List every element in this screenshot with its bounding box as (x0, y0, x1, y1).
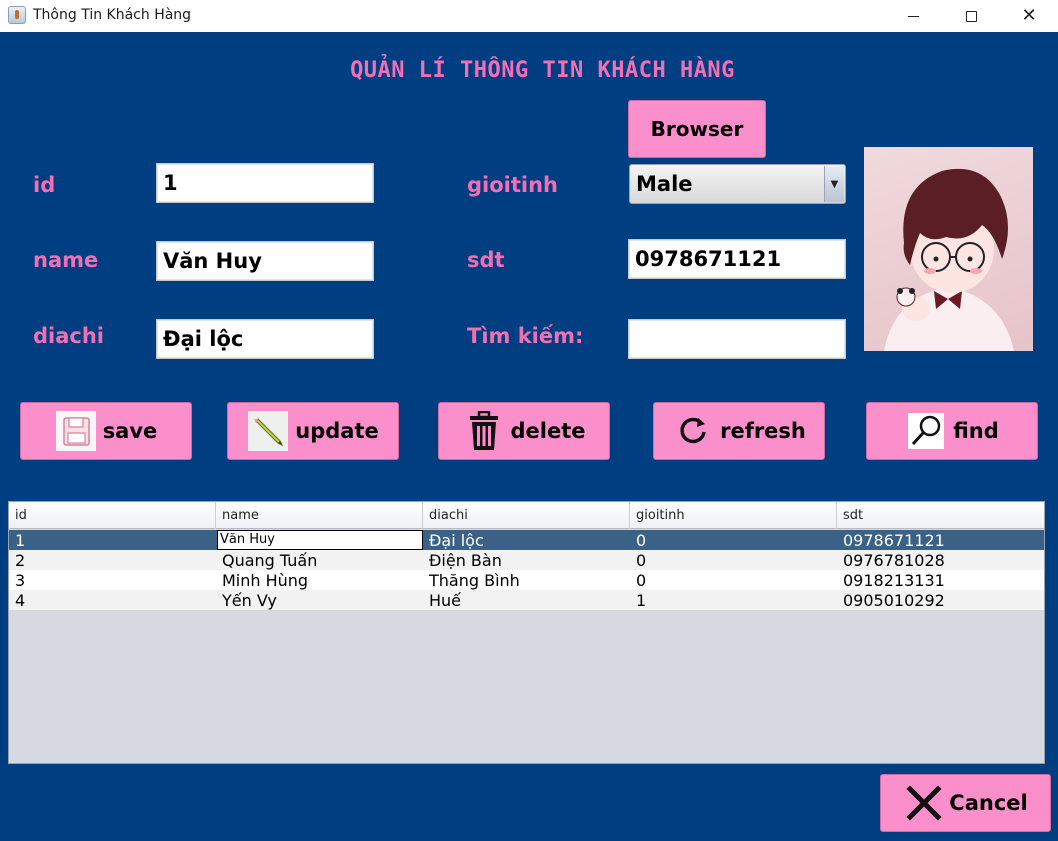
delete-button[interactable]: delete (438, 402, 610, 460)
update-label: update (295, 419, 379, 443)
id-label: id (33, 173, 56, 197)
sdt-field[interactable]: 0978671121 (628, 239, 846, 279)
cell-gioitinh: 0 (636, 551, 647, 570)
maximize-button[interactable] (942, 0, 1000, 32)
sdt-label: sdt (467, 248, 505, 272)
browse-image-button[interactable]: Browser (628, 100, 766, 158)
cancel-label: Cancel (949, 791, 1028, 815)
column-header-gioitinh[interactable]: gioitinh (630, 502, 837, 529)
update-button[interactable]: update (227, 402, 399, 460)
maximize-icon (965, 10, 977, 22)
java-app-icon (8, 6, 26, 24)
table-row[interactable]: 3 Minh Hùng Thăng Bình 0 0918213131 (9, 570, 1044, 590)
table-header: id name diachi gioitinh sdt (9, 502, 1044, 529)
column-header-sdt[interactable]: sdt (837, 502, 1044, 529)
gioitinh-selected-value: Male (636, 172, 693, 196)
cell-gioitinh: 1 (636, 591, 647, 610)
trash-can-icon (463, 410, 505, 452)
cell-sdt: 0978671121 (843, 531, 945, 550)
cell-id: 4 (15, 591, 26, 610)
cell-diachi: Đại lộc (429, 531, 484, 550)
delete-label: delete (510, 419, 586, 443)
table-row[interactable]: 4 Yến Vy Huế 1 0905010292 (9, 590, 1044, 610)
minimize-icon (907, 15, 919, 17)
cell-id: 3 (15, 571, 26, 590)
customer-avatar-image (864, 147, 1033, 351)
cell-name: Minh Hùng (222, 571, 309, 590)
refresh-button[interactable]: refresh (653, 402, 825, 460)
cell-sdt: 0905010292 (843, 591, 945, 610)
save-label: save (102, 419, 158, 443)
id-field[interactable]: 1 (156, 163, 374, 203)
title-bar: Thông Tin Khách Hàng ✕ (0, 0, 1058, 32)
pencil-icon (247, 410, 289, 452)
cell-name: Yến Vy (222, 591, 277, 610)
customer-table[interactable]: id name diachi gioitinh sdt 1 Văn Huy Đạ… (8, 501, 1045, 764)
search-label: Tìm kiếm: (467, 324, 584, 348)
cell-sdt: 0918213131 (843, 571, 945, 590)
gioitinh-label: gioitinh (467, 173, 558, 197)
page-title: QUẢN LÍ THÔNG TIN KHÁCH HÀNG (350, 58, 735, 83)
close-icon: ✕ (1021, 5, 1037, 26)
find-label: find (953, 419, 999, 443)
cell-id: 2 (15, 551, 26, 570)
cell-gioitinh: 0 (636, 571, 647, 590)
avatar-illustration (884, 168, 1014, 351)
cell-diachi: Huế (429, 591, 462, 610)
chevron-down-icon[interactable]: ▼ (824, 166, 844, 202)
name-label: name (33, 248, 99, 272)
window-title: Thông Tin Khách Hàng (33, 7, 192, 23)
refresh-label: refresh (720, 419, 806, 443)
floppy-disk-icon (55, 410, 97, 452)
diachi-label: diachi (33, 324, 104, 348)
name-field[interactable]: Văn Huy (156, 241, 374, 281)
x-icon (903, 782, 945, 824)
cell-sdt: 0976781028 (843, 551, 945, 570)
minimize-button[interactable] (884, 0, 942, 32)
cell-diachi: Thăng Bình (429, 571, 520, 590)
diachi-field[interactable]: Đại lộc (156, 319, 374, 359)
cell-name: Quang Tuấn (222, 551, 318, 570)
magnifier-icon (905, 410, 947, 452)
column-header-id[interactable]: id (9, 502, 216, 529)
cell-diachi: Điện Bàn (429, 551, 502, 570)
save-button[interactable]: save (20, 402, 192, 460)
cell-id: 1 (15, 531, 26, 550)
cancel-button[interactable]: Cancel (880, 774, 1051, 832)
gioitinh-select[interactable]: Male ▼ (629, 164, 846, 204)
cell-gioitinh: 0 (636, 531, 647, 550)
table-row[interactable]: 2 Quang Tuấn Điện Bàn 0 0976781028 (9, 550, 1044, 570)
find-button[interactable]: find (866, 402, 1038, 460)
cell-name-editor[interactable]: Văn Huy (217, 530, 423, 550)
search-input[interactable] (628, 319, 846, 359)
column-header-diachi[interactable]: diachi (423, 502, 630, 529)
refresh-icon (672, 410, 714, 452)
column-header-name[interactable]: name (216, 502, 423, 529)
main-panel: QUẢN LÍ THÔNG TIN KHÁCH HÀNG id 1 name V… (0, 32, 1058, 841)
table-row[interactable]: 1 Văn Huy Đại lộc 0 0978671121 (9, 530, 1044, 550)
close-window-button[interactable]: ✕ (1000, 0, 1058, 32)
